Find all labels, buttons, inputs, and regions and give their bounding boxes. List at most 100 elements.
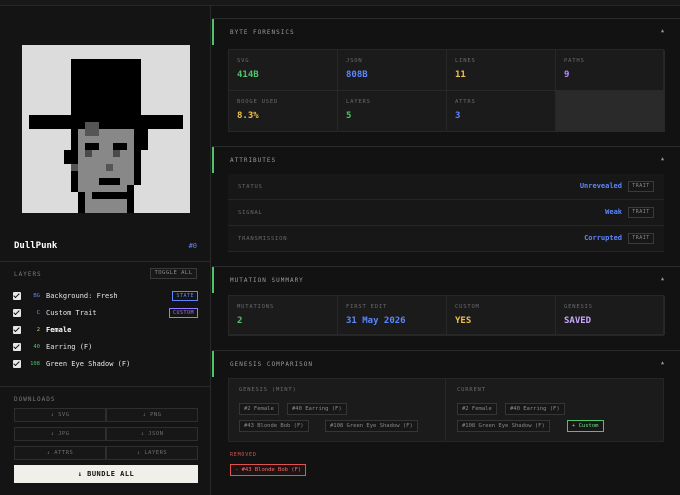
left-divider xyxy=(0,386,211,387)
layer-checkbox[interactable] xyxy=(13,292,21,300)
current-chip: #40 Earring (F) xyxy=(505,403,565,415)
layer-name: Earring (F) xyxy=(46,343,93,351)
trait-badge[interactable]: TRAIT xyxy=(628,233,654,244)
cell-label: CUSTOM xyxy=(455,304,480,310)
attributes-header[interactable]: ATTRIBUTES ▲ xyxy=(212,146,680,173)
mutation-cell: CUSTOM YES xyxy=(447,296,556,335)
forensics-cell: SVG 414B xyxy=(229,50,338,91)
layer-row[interactable]: 40 Earring (F) xyxy=(0,339,211,355)
mint-chip: #40 Earring (F) xyxy=(287,403,347,415)
download-attrs-button[interactable]: ↓ ATTRS xyxy=(14,446,106,460)
forensics-cell: JSON 808B xyxy=(338,50,447,91)
cell-label: MUTATIONS xyxy=(237,304,275,310)
bundle-all-button[interactable]: ↓ BUNDLE ALL xyxy=(14,465,198,483)
mutation-header[interactable]: MUTATION SUMMARY ▲ xyxy=(212,266,680,293)
attributes-title: ATTRIBUTES xyxy=(230,157,277,164)
collapse-icon[interactable]: ▲ xyxy=(661,156,664,162)
attribute-row: TRANSMISSION Corrupted TRAIT xyxy=(228,226,664,252)
cell-label: PATHS xyxy=(564,58,585,64)
cell-value: 5 xyxy=(346,111,352,121)
attribute-label: TRANSMISSION xyxy=(238,236,288,242)
layers-header: LAYERS TOGGLE ALL xyxy=(0,268,211,282)
toggle-all-button[interactable]: TOGGLE ALL xyxy=(150,268,197,279)
layer-checkbox[interactable] xyxy=(13,309,21,317)
punk-preview xyxy=(0,16,211,226)
punk-name: DullPunk xyxy=(14,241,58,251)
cell-value: YES xyxy=(455,316,472,326)
punk-name-row: DullPunk #0 xyxy=(0,234,211,262)
layer-code: 40 xyxy=(33,344,40,350)
genesis-title: GENESIS COMPARISON xyxy=(230,361,314,368)
layer-name: Green Eye Shadow (F) xyxy=(46,360,131,368)
section-accent xyxy=(212,147,214,173)
layer-checkbox[interactable] xyxy=(13,360,21,368)
mint-chip: #108 Green Eye Shadow (F) xyxy=(325,420,418,432)
forensics-cell: PATHS 9 xyxy=(556,50,665,91)
collapse-icon[interactable]: ▲ xyxy=(661,276,664,282)
layer-code: 108 xyxy=(30,361,40,367)
layer-name: Female xyxy=(46,326,72,334)
mutation-cell: GENESIS SAVED xyxy=(556,296,665,335)
cell-label: LINES xyxy=(455,58,476,64)
download-layers-button[interactable]: ↓ LAYERS xyxy=(106,446,198,460)
attribute-row: SIGNAL Weak TRAIT xyxy=(228,200,664,226)
cell-value: 3 xyxy=(455,111,461,121)
trait-badge[interactable]: TRAIT xyxy=(628,207,654,218)
genesis-mint-label: GENESIS (MINT) xyxy=(239,387,297,393)
download-jpg-button[interactable]: ↓ JPG xyxy=(14,427,106,441)
attribute-value: Corrupted xyxy=(584,234,622,242)
cell-value: SAVED xyxy=(564,316,592,326)
genesis-divider xyxy=(445,379,446,441)
download-svg-button[interactable]: ↓ SVG xyxy=(14,408,106,422)
forensics-empty-cell xyxy=(556,91,665,132)
trait-badge[interactable]: TRAIT xyxy=(628,181,654,192)
cell-value: 31 May 2026 xyxy=(346,316,406,326)
mutation-title: MUTATION SUMMARY xyxy=(230,277,304,284)
forensics-header[interactable]: BYTE FORENSICS ▲ xyxy=(212,18,680,45)
download-json-button[interactable]: ↓ JSON xyxy=(106,427,198,441)
cell-value: 2 xyxy=(237,316,243,326)
forensics-grid: SVG 414B JSON 808B LINES 11 PATHS 9 BOOGE USED 8.… xyxy=(228,49,665,132)
cell-label: FIRST EDIT xyxy=(346,304,388,310)
cell-value: 8.3% xyxy=(237,111,259,121)
forensics-cell: LAYERS 5 xyxy=(338,91,447,132)
section-accent xyxy=(212,19,214,45)
mint-chip: #43 Blonde Bob (F) xyxy=(239,420,309,432)
punk-image xyxy=(22,45,190,213)
cell-label: BOOGE USED xyxy=(237,99,279,105)
cell-label: SVG xyxy=(237,58,250,64)
layer-name: Background: Fresh xyxy=(46,292,118,300)
forensics-cell: LINES 11 xyxy=(447,50,556,91)
attribute-label: STATUS xyxy=(238,184,263,190)
layer-row[interactable]: C Custom Trait CUSTOM xyxy=(0,305,211,321)
genesis-comparison-box: GENESIS (MINT) CURRENT #2 Female #40 Ear… xyxy=(228,378,664,442)
cell-label: LAYERS xyxy=(346,99,371,105)
layer-row[interactable]: 2 Female xyxy=(0,322,211,338)
forensics-cell: BOOGE USED 8.3% xyxy=(229,91,338,132)
current-chip: #108 Green Eye Shadow (F) xyxy=(457,420,550,432)
download-png-button[interactable]: ↓ PNG xyxy=(106,408,198,422)
cell-label: JSON xyxy=(346,58,363,64)
cell-label: ATTRS xyxy=(455,99,476,105)
genesis-header[interactable]: GENESIS COMPARISON ▲ xyxy=(212,350,680,377)
genesis-current-label: CURRENT xyxy=(457,387,486,393)
mutation-grid: MUTATIONS 2 FIRST EDIT 31 May 2026 CUSTOM YES… xyxy=(228,295,665,336)
layer-row[interactable]: 108 Green Eye Shadow (F) xyxy=(0,356,211,372)
current-chip-custom: + Custom xyxy=(567,420,604,432)
layer-code: BG xyxy=(33,293,40,299)
forensics-cell: ATTRS 3 xyxy=(447,91,556,132)
collapse-icon[interactable]: ▲ xyxy=(661,28,664,34)
removed-label: REMOVED xyxy=(230,452,257,458)
removed-chip: - #43 Blonde Bob (F) xyxy=(230,464,307,476)
layer-tag: CUSTOM xyxy=(168,308,198,318)
collapse-icon[interactable]: ▲ xyxy=(661,360,664,366)
layer-row[interactable]: BG Background: Fresh STATE xyxy=(0,288,211,304)
layer-tag: STATE xyxy=(172,291,198,301)
cell-value: 414B xyxy=(237,70,259,80)
layer-checkbox[interactable] xyxy=(13,326,21,334)
mutation-cell: MUTATIONS 2 xyxy=(229,296,338,335)
layer-name: Custom Trait xyxy=(46,309,97,317)
mutation-cell: FIRST EDIT 31 May 2026 xyxy=(338,296,447,335)
left-panel: DullPunk #0 LAYERS TOGGLE ALL BG Backgrou… xyxy=(0,6,211,495)
layer-checkbox[interactable] xyxy=(13,343,21,351)
